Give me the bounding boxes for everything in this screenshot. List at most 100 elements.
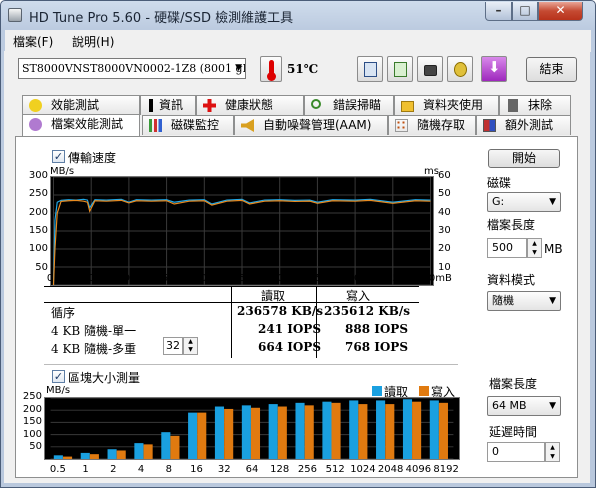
block-size-checkbox[interactable]: ✓: [52, 370, 65, 383]
screenshot-button[interactable]: [417, 56, 443, 82]
legend-write-swatch: [419, 386, 429, 396]
file-length-label: 檔案長度: [487, 218, 536, 232]
arrow-down-icon: ⬇: [488, 58, 501, 76]
bar-read: [376, 400, 386, 459]
bar-write: [89, 454, 99, 459]
bar-write: [385, 404, 395, 459]
delay-stepper[interactable]: ▲ ▼: [545, 442, 560, 462]
bar-write: [143, 444, 153, 459]
y2-tick-label: 50: [438, 188, 451, 200]
file-length-stepper[interactable]: ▲ ▼: [527, 238, 542, 258]
bar-read: [214, 406, 225, 459]
trash-icon: [508, 99, 518, 112]
window-title: HD Tune Pro 5.60 - 硬碟/SSD 檢測維護工具: [29, 11, 294, 26]
menu-help[interactable]: 說明(H): [72, 33, 114, 50]
delay-input[interactable]: 0: [487, 442, 545, 462]
single-write-value: 888 IOPS: [345, 322, 408, 336]
bar-read: [161, 432, 171, 459]
tab-label: 隨機存取: [417, 118, 466, 132]
block-file-length-combo[interactable]: 64 MB ▼: [487, 396, 561, 416]
bar-write: [304, 405, 314, 459]
bar-write: [331, 402, 341, 459]
bar-write: [250, 407, 261, 459]
gear-icon: [454, 62, 467, 77]
tab-label: 資料夾使用: [423, 98, 484, 112]
lightbulb-icon: [29, 99, 42, 112]
tab-random-access[interactable]: 隨機存取: [388, 115, 476, 135]
multi-read-value: 664 IOPS: [258, 340, 321, 354]
bar-read: [53, 455, 63, 459]
tab-info[interactable]: 資訊: [140, 95, 196, 115]
chevron-down-icon: ▼: [235, 63, 242, 73]
copy-all-icon: [394, 62, 407, 77]
multi-write-value: 768 IOPS: [345, 340, 408, 354]
y-tick-label: 250: [22, 391, 42, 402]
y-tick-label: 150: [22, 416, 42, 428]
transfer-speed-checkbox[interactable]: ✓: [52, 150, 65, 163]
y2-tick-label: 20: [438, 243, 451, 255]
bar-read: [134, 443, 144, 459]
copy-text-button[interactable]: [357, 56, 383, 82]
minimize-button[interactable]: –: [485, 2, 512, 21]
y-tick-label: 50: [29, 441, 42, 453]
bar-read: [268, 404, 278, 459]
bar-write: [62, 456, 73, 459]
legend-read-swatch: [372, 386, 382, 396]
y-tick-label: 200: [22, 403, 42, 415]
tab-label: 檔案效能測試: [51, 117, 124, 131]
tab-health[interactable]: 健康狀態: [196, 95, 304, 115]
tab-benchmark[interactable]: 效能測試: [22, 95, 140, 115]
data-mode-combo[interactable]: 隨機 ▼: [487, 291, 561, 311]
transfer-speed-chart: [50, 176, 434, 286]
y-tick-label: 100: [22, 428, 42, 440]
bar-write: [438, 402, 448, 459]
folder-icon: [401, 101, 414, 112]
tab-extra-tests[interactable]: 額外測試: [476, 115, 571, 135]
title-bar[interactable]: HD Tune Pro 5.60 - 硬碟/SSD 檢測維護工具 – □ ✕: [1, 1, 595, 29]
bar-write: [170, 435, 180, 459]
bar-write: [197, 412, 207, 459]
queue-depth-stepper[interactable]: ▲ ▼: [183, 337, 198, 355]
tab-aam[interactable]: 自動噪聲管理(AAM): [234, 115, 388, 135]
copy-icon: [364, 62, 377, 77]
close-button[interactable]: ✕: [538, 2, 583, 21]
y-tick-label: 300: [28, 170, 48, 181]
drive-combo[interactable]: G: ▼: [487, 192, 561, 212]
queue-depth-field[interactable]: 32: [163, 337, 183, 355]
tab-erase[interactable]: 抹除: [499, 95, 571, 115]
maximize-button[interactable]: □: [512, 2, 538, 21]
tab-error-scan[interactable]: 錯誤掃瞄: [304, 95, 394, 115]
bar-read: [349, 400, 359, 459]
block-size-label: 區塊大小測量: [68, 371, 141, 385]
x-tick-label: 500mB: [416, 273, 452, 284]
bar-read: [107, 449, 117, 459]
start-button[interactable]: 開始: [488, 149, 560, 168]
tab-label: 自動噪聲管理(AAM): [263, 118, 372, 132]
col-read: 讀取: [261, 289, 286, 303]
bar-read: [295, 402, 305, 459]
x-tick-label: 200: [194, 273, 214, 284]
block-size-chart: [44, 397, 460, 460]
y-tick-label: 50: [35, 261, 48, 273]
menu-file[interactable]: 檔案(F): [13, 33, 53, 50]
bar-write: [277, 406, 287, 459]
exit-button[interactable]: 結束: [526, 57, 577, 82]
drive-select[interactable]: ST8000VNST8000VN0002-1Z8 (8001 gB ▼: [18, 58, 246, 79]
file-length-input[interactable]: 500: [487, 238, 527, 258]
save-button[interactable]: ⬇: [481, 56, 507, 82]
tab-label: 抹除: [528, 98, 553, 112]
x-tick-label: 0: [46, 273, 54, 284]
bar-write: [224, 408, 234, 459]
bar-read: [80, 452, 90, 459]
chevron-down-icon: ▼: [549, 296, 556, 306]
row-4k-single: 4 KB 隨機-單一: [51, 324, 137, 338]
tab-file-benchmark[interactable]: 檔案效能測試: [22, 114, 140, 136]
bar-write: [412, 401, 422, 459]
copy-all-button[interactable]: [387, 56, 413, 82]
x-tick-label: 300: [270, 273, 290, 284]
y2-tick-label: 60: [438, 170, 451, 181]
tab-disk-monitor[interactable]: 磁碟監控: [142, 115, 234, 135]
y-tick-label: 250: [28, 188, 48, 200]
tab-folder-usage[interactable]: 資料夾使用: [394, 95, 499, 115]
options-button[interactable]: [447, 56, 473, 82]
